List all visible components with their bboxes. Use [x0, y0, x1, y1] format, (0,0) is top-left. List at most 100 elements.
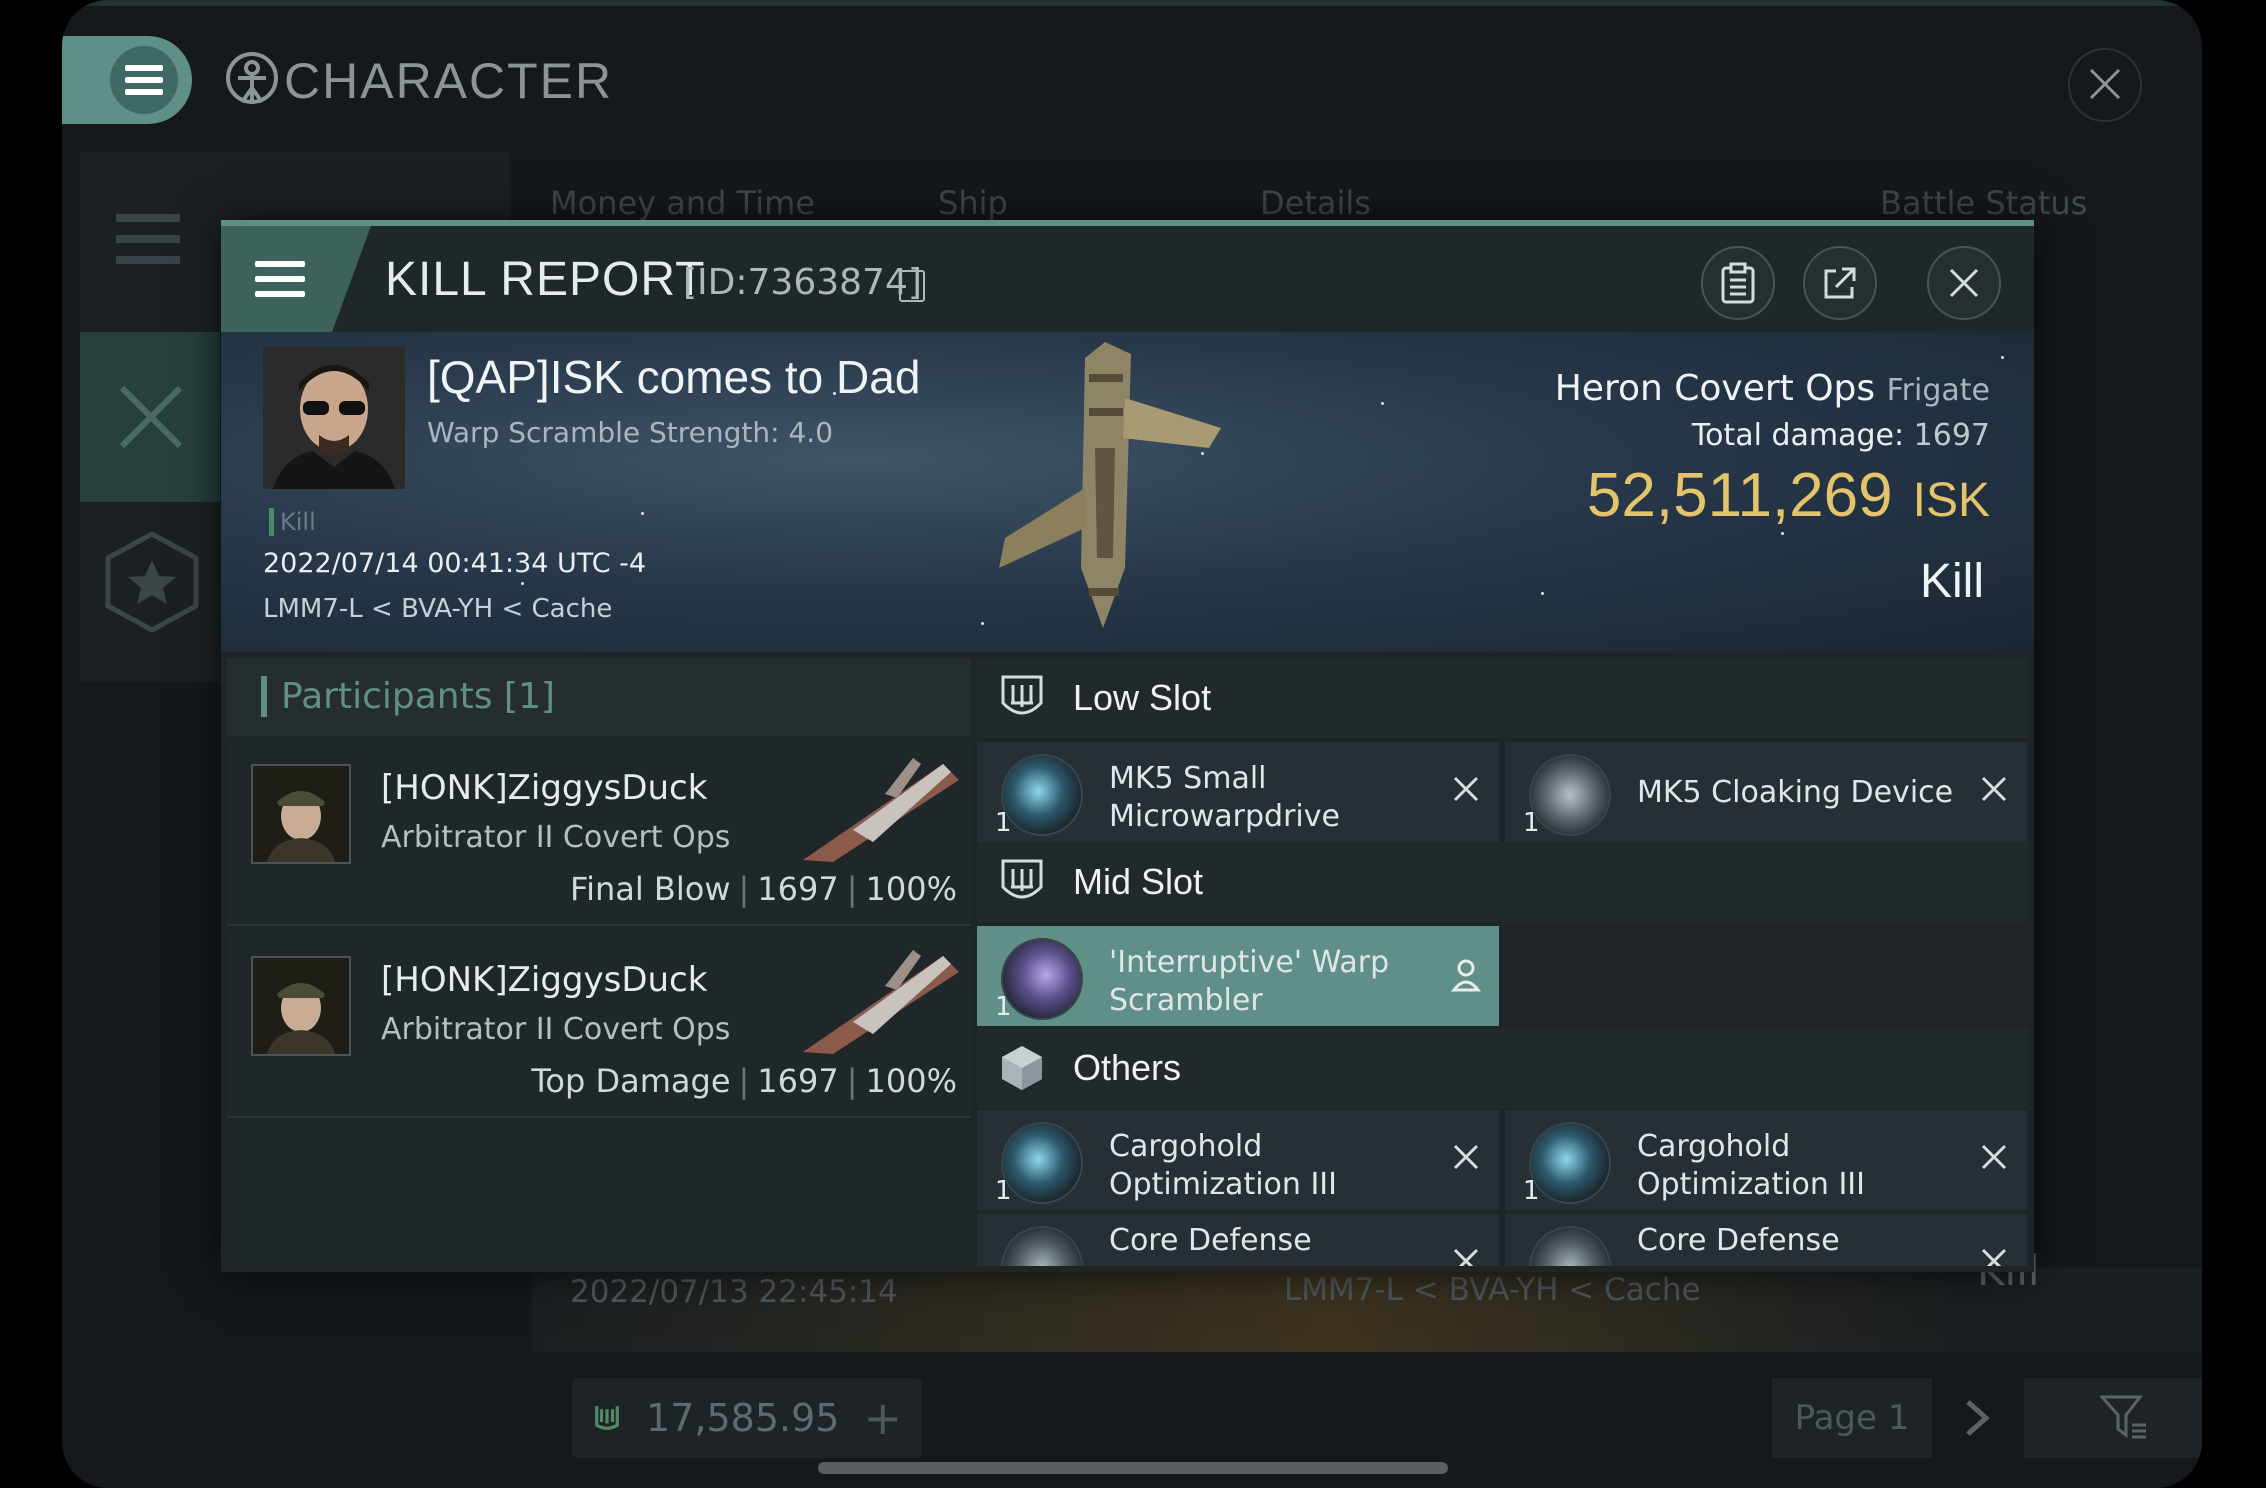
external-link-icon	[1824, 267, 1856, 299]
module-quantity: 1	[995, 1176, 1012, 1206]
kill-datetime: 2022/07/14 00:41:34 UTC -4	[263, 548, 647, 579]
mid-slot-label: Mid Slot	[1073, 861, 1204, 902]
destroyed-icon	[1449, 1244, 1483, 1266]
isk-amount: 52,511,269	[1586, 461, 1893, 530]
person-icon	[1451, 959, 1481, 992]
module-name: Cargohold Optimization III	[1637, 1129, 1865, 1202]
module-item[interactable]: Core Defense	[1505, 1214, 2027, 1266]
cloaking-device-icon	[1529, 754, 1611, 836]
participant-ship-image	[803, 758, 959, 862]
participant-damage: 1697	[757, 870, 839, 908]
participant-role: Top Damage	[531, 1062, 731, 1100]
kill-report-id: [ID:7363874]	[683, 262, 922, 303]
home-indicator	[818, 1462, 1448, 1474]
character-icon	[226, 52, 278, 104]
module-item[interactable]: 1 MK5 Cloaking Device	[1505, 742, 2027, 842]
clipboard-button[interactable]	[1701, 246, 1775, 320]
warp-scrambler-icon	[1001, 938, 1083, 1020]
participant-ship: Arbitrator II Covert Ops	[381, 1012, 731, 1047]
mid-slot-header: Mid Slot	[977, 842, 2028, 922]
row-date: 2022/07/13 22:45:14	[570, 1274, 898, 1310]
victim-name[interactable]: [QAP]ISK comes to Dad	[427, 350, 920, 404]
kill-report-menu-button[interactable]	[221, 226, 371, 332]
crossed-swords-icon	[119, 385, 183, 449]
chevron-right-icon[interactable]	[1962, 1398, 1992, 1438]
kill-tag: Kill	[269, 508, 316, 536]
main-menu-button[interactable]	[62, 36, 192, 124]
total-damage: Total damage: 1697	[1692, 418, 1990, 453]
list-icon	[116, 214, 180, 264]
module-item[interactable]: 1 Cargohold Optimization III	[977, 1110, 1499, 1210]
participant-stats: Top Damage | 1697 | 100%	[531, 1062, 957, 1100]
module-item[interactable]: 1 Cargohold Optimization III	[1505, 1110, 2027, 1210]
filter-icon	[2100, 1395, 2146, 1439]
module-item-selected[interactable]: 1 'Interruptive' Warp Scrambler	[977, 926, 1499, 1026]
close-icon	[1949, 268, 1979, 298]
module-quantity: 1	[1523, 1176, 1540, 1206]
low-slot-icon	[1001, 675, 1043, 715]
core-defense-icon	[1001, 1226, 1083, 1266]
victim-ship-name: Heron Covert Ops	[1554, 368, 1876, 409]
module-quantity: 1	[995, 992, 1012, 1022]
destroyed-icon	[1977, 772, 2011, 806]
isk-unit: ISK	[1912, 474, 1990, 527]
col-ship: Ship	[938, 184, 1008, 222]
module-name: 'Interruptive' Warp Scrambler	[1109, 945, 1390, 1018]
cube-icon	[1002, 1046, 1042, 1090]
window-title: CHARACTER	[284, 53, 614, 109]
total-damage-value: 1697	[1913, 418, 1990, 453]
window-top-edge	[62, 0, 2202, 6]
wallet-value: 17,585.95	[646, 1396, 840, 1440]
isk-icon	[595, 1406, 619, 1430]
victim-ship-class: Frigate	[1886, 373, 1990, 408]
window-close-button[interactable]	[2068, 48, 2142, 122]
add-icon[interactable]: +	[863, 1391, 902, 1445]
microwarpdrive-icon	[1001, 754, 1083, 836]
low-slot-label: Low Slot	[1073, 677, 1212, 718]
menu-icon	[110, 46, 178, 114]
participants-panel: Participants [1] [HONK]ZiggysDuck Arbitr…	[227, 658, 971, 1266]
wallet-balance[interactable]: 17,585.95 +	[572, 1378, 922, 1458]
participant-percent: 100%	[865, 1062, 957, 1100]
participant-row[interactable]: [HONK]ZiggysDuck Arbitrator II Covert Op…	[227, 930, 971, 1118]
destroyed-icon	[1449, 772, 1483, 806]
share-button[interactable]	[1803, 246, 1877, 320]
bottom-bar: 17,585.95 + Page 1	[572, 1378, 2202, 1460]
participant-damage: 1697	[757, 1062, 839, 1100]
sidebar-item-menu[interactable]	[80, 152, 220, 322]
close-dialog-button[interactable]	[1927, 246, 2001, 320]
clipboard-icon	[1721, 262, 1755, 304]
module-name: Core Defense	[1109, 1223, 1312, 1258]
copy-icon[interactable]	[899, 270, 925, 302]
participant-name: [HONK]ZiggysDuck	[381, 960, 708, 1000]
victim-banner: [QAP]ISK comes to Dad Warp Scramble Stre…	[221, 332, 2034, 652]
participant-role: Final Blow	[570, 870, 731, 908]
participant-row[interactable]: [HONK]ZiggysDuck Arbitrator II Covert Op…	[227, 738, 971, 926]
mid-slot-icon	[1001, 859, 1043, 899]
participant-avatar	[251, 764, 351, 864]
victim-avatar[interactable]	[263, 347, 405, 489]
participant-ship: Arbitrator II Covert Ops	[381, 820, 731, 855]
module-name: Core Defense	[1637, 1223, 1840, 1258]
others-header: Others	[977, 1028, 2028, 1108]
destroyed-icon	[1449, 1140, 1483, 1174]
filter-button[interactable]	[2024, 1378, 2202, 1458]
cargohold-optimization-icon	[1001, 1122, 1083, 1204]
victim-portrait-image	[263, 347, 405, 489]
menu-icon	[255, 261, 305, 297]
page-indicator: Page 1	[1772, 1378, 1932, 1458]
participants-title: Participants [1]	[261, 676, 555, 717]
sidebar-item-battle[interactable]	[80, 332, 220, 502]
module-item[interactable]: 1 MK5 Small Microwarpdrive	[977, 742, 1499, 842]
participant-percent: 100%	[865, 870, 957, 908]
row-location: LMM7-L < BVA-YH < Cache	[1284, 1272, 1701, 1308]
kill-location[interactable]: LMM7-L < BVA-YH < Cache	[263, 594, 612, 624]
sidebar-item-medals[interactable]	[80, 512, 220, 682]
fitting-panel: Low Slot 1 MK5 Small Microwarpdrive 1 MK…	[977, 658, 2028, 1266]
col-details: Details	[1260, 184, 1371, 222]
victim-ship[interactable]: Heron Covert Ops Frigate	[1555, 368, 1990, 409]
module-item[interactable]: Core Defense	[977, 1214, 1499, 1266]
kill-result: Kill	[1919, 555, 1984, 608]
kill-report-dialog: KILL REPORT [ID:7363874] [QAP]ISK comes …	[221, 220, 2034, 1272]
cargohold-optimization-icon	[1529, 1122, 1611, 1204]
